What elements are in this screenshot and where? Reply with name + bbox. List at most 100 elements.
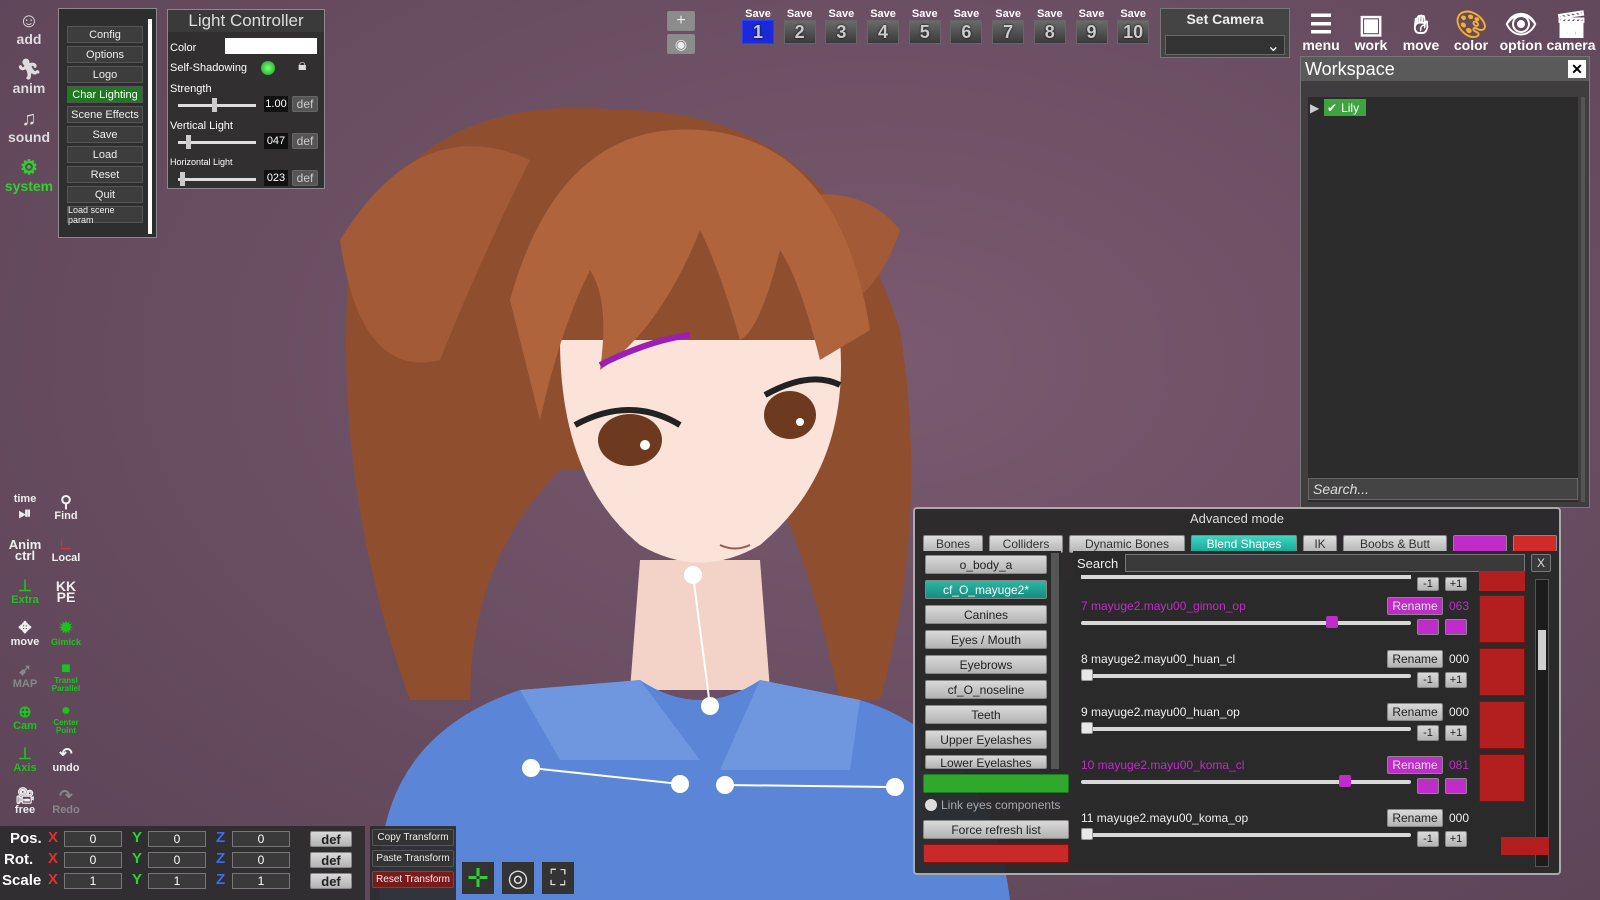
copy-transform-button[interactable]: Copy Transform	[372, 829, 454, 846]
scale-y-input[interactable]: 1	[148, 873, 206, 889]
minus-one-button[interactable]: -1	[1417, 831, 1439, 847]
time-button[interactable]: time ⏯	[8, 491, 42, 525]
pos-x-input[interactable]: 0	[64, 831, 122, 847]
minus-one-button[interactable]: -1	[1417, 778, 1439, 794]
blend-shape-slider[interactable]	[1081, 775, 1411, 787]
color-button[interactable]: 🎨︎ color	[1448, 6, 1494, 52]
plus-one-button[interactable]: +1	[1445, 778, 1467, 794]
strength-value[interactable]: 1.00	[264, 96, 288, 112]
free-button[interactable]: 🎥︎ free	[8, 785, 42, 819]
partial-slider-track[interactable]	[1081, 575, 1411, 579]
rotate-gizmo-icon[interactable]: ◎	[502, 862, 534, 894]
search-input[interactable]	[1125, 554, 1525, 572]
move-tool-button[interactable]: ✥ move	[8, 617, 42, 651]
map-button[interactable]: ➹ MAP	[8, 659, 42, 693]
rename-button[interactable]: Rename	[1387, 809, 1443, 827]
rot-def-button[interactable]: def	[310, 852, 352, 868]
color-swatch[interactable]	[225, 38, 317, 54]
options-button[interactable]: Options	[67, 46, 143, 63]
eye-button[interactable]: ◉	[667, 34, 695, 54]
camera-dropdown[interactable]: ⌄	[1165, 35, 1285, 55]
redo-button[interactable]: ↷ Redo	[49, 785, 83, 819]
strength-def-button[interactable]: def	[292, 96, 318, 112]
pos-y-input[interactable]: 0	[148, 831, 206, 847]
undo-button[interactable]: ↶ undo	[49, 743, 83, 777]
search-clear-button[interactable]: X	[1531, 554, 1551, 572]
add-button[interactable]: ☺ add	[9, 9, 49, 49]
menu-button[interactable]: ☰ menu	[1298, 6, 1344, 52]
category-item[interactable]: cf_O_noseline	[925, 680, 1047, 699]
rot-x-input[interactable]: 0	[64, 852, 122, 868]
reset-button[interactable]: Reset	[1479, 754, 1525, 802]
horizontal-light-slider[interactable]	[178, 172, 256, 186]
scene-effects-button[interactable]: Scene Effects	[67, 106, 143, 123]
option-button[interactable]: 👁︎ option	[1498, 6, 1544, 52]
expand-arrow-icon[interactable]: ▶	[1310, 101, 1319, 115]
partial-minus-button[interactable]: -1	[1417, 577, 1439, 591]
gimick-button[interactable]: ✹ Gimick	[49, 617, 83, 651]
save-slot-7[interactable]: Save 7	[991, 8, 1025, 44]
reset-button[interactable]: Reset	[67, 166, 143, 183]
self-shadowing-toggle[interactable]	[261, 61, 275, 75]
blend-shape-slider[interactable]	[1081, 828, 1411, 840]
rename-button[interactable]: Rename	[1387, 703, 1443, 721]
partial-reset-button[interactable]	[1479, 571, 1525, 591]
rename-button[interactable]: Rename	[1387, 597, 1443, 615]
rename-button[interactable]: Rename	[1387, 756, 1443, 774]
save-slot-6[interactable]: Save 6	[949, 8, 983, 44]
center-point-button[interactable]: ● Center Point	[49, 701, 83, 735]
slider-thumb[interactable]	[1081, 722, 1093, 734]
minus-one-button[interactable]: -1	[1417, 672, 1439, 688]
category-item[interactable]: Teeth	[925, 705, 1047, 724]
pos-z-input[interactable]: 0	[232, 831, 290, 847]
reset-all-button[interactable]: Reset all	[923, 844, 1069, 863]
slider-thumb[interactable]	[1338, 775, 1351, 787]
rot-y-input[interactable]: 0	[148, 852, 206, 868]
quit-button[interactable]: Quit	[67, 186, 143, 203]
save-button[interactable]: Save	[67, 126, 143, 143]
minus-one-button[interactable]: -1	[1417, 725, 1439, 741]
scale-z-input[interactable]: 1	[232, 873, 290, 889]
workspace-search-input[interactable]: Search...	[1308, 478, 1578, 500]
vertical-light-slider[interactable]	[178, 135, 256, 149]
force-refresh-button[interactable]: Force refresh list	[923, 820, 1069, 839]
reset-transform-button[interactable]: Reset Transform	[372, 871, 454, 888]
plus-one-button[interactable]: +1	[1445, 619, 1467, 635]
logo-button[interactable]: Logo	[67, 66, 143, 83]
load-button[interactable]: Load	[67, 146, 143, 163]
menu-scrollbar[interactable]	[148, 19, 152, 234]
scale-gizmo-icon[interactable]: ⛶	[542, 862, 574, 894]
find-button[interactable]: ⚲ Find	[49, 491, 83, 525]
bottom-reset-button[interactable]: Reset	[1501, 837, 1549, 855]
category-item[interactable]: Upper Eyelashes	[925, 730, 1047, 749]
local-button[interactable]: ∟ Local	[49, 533, 83, 567]
slider-thumb[interactable]	[1081, 669, 1093, 681]
category-item[interactable]: Lower Eyelashes	[925, 755, 1047, 769]
vertical-light-value[interactable]: 047	[264, 133, 288, 149]
paste-transform-button[interactable]: Paste Transform	[372, 850, 454, 867]
vertical-def-button[interactable]: def	[292, 133, 318, 149]
reset-button[interactable]: Reset	[1479, 595, 1525, 643]
save-slot-3[interactable]: Save 3	[824, 8, 858, 44]
scale-def-button[interactable]: def	[310, 873, 352, 889]
reset-button[interactable]: Reset	[1479, 701, 1525, 749]
plus-one-button[interactable]: +1	[1445, 725, 1467, 741]
horizontal-light-value[interactable]: 023	[264, 170, 288, 186]
reset-button[interactable]: Reset	[1479, 648, 1525, 696]
link-eyes-radio[interactable]	[925, 799, 937, 811]
system-button[interactable]: ⚙ system	[5, 156, 53, 196]
workspace-scrollbar[interactable]	[1581, 97, 1585, 502]
save-slot-8[interactable]: Save 8	[1033, 8, 1067, 44]
blend-shape-slider[interactable]	[1081, 669, 1411, 681]
move-gizmo-icon[interactable]: ✛	[462, 862, 494, 894]
char-lighting-button[interactable]: Char Lighting	[67, 86, 143, 103]
blend-shape-slider[interactable]	[1081, 722, 1411, 734]
anim-button[interactable]: 🏃︎ anim	[9, 58, 49, 98]
blend-scrollbar[interactable]	[1535, 579, 1549, 867]
camera-button[interactable]: 🎬︎ camera	[1546, 6, 1595, 52]
lock-icon[interactable]: 🔒︎	[298, 57, 307, 75]
anim-ctrl-button[interactable]: Anim ctrl	[8, 533, 42, 567]
save-slot-4[interactable]: Save 4	[866, 8, 900, 44]
scale-x-input[interactable]: 1	[64, 873, 122, 889]
save-slot-9[interactable]: Save 9	[1075, 8, 1109, 44]
